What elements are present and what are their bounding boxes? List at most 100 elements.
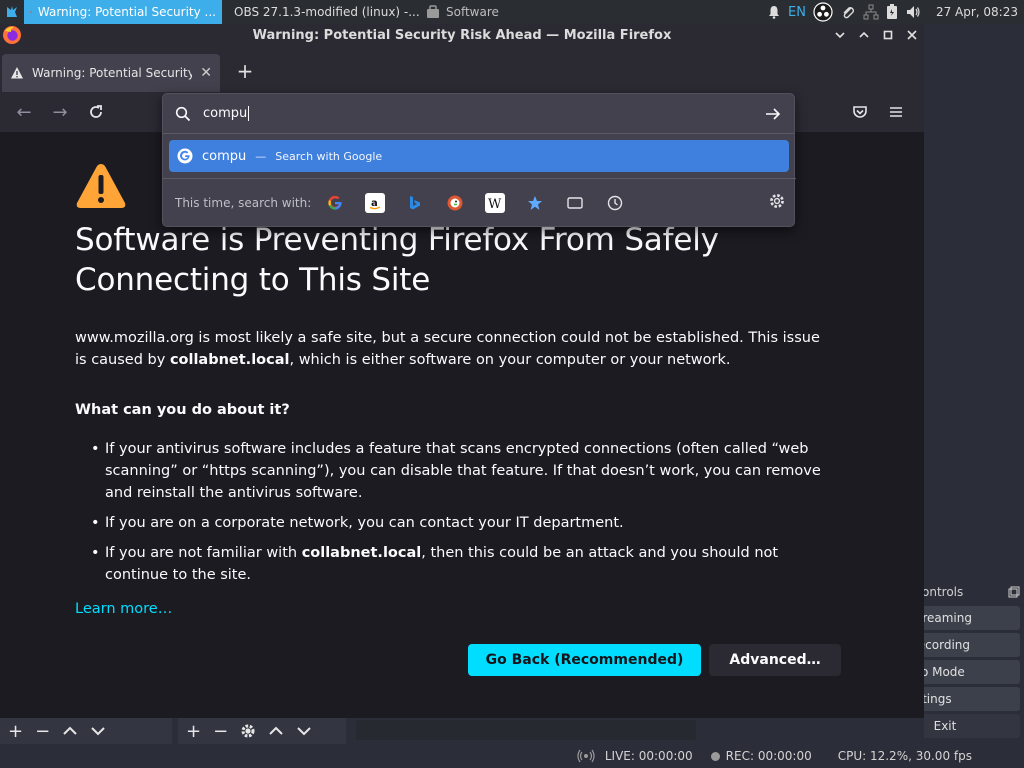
list-item-text: If you are on a corporate network, you c… <box>105 515 624 531</box>
list-item-text: If you are not familiar with <box>105 545 302 561</box>
one-off-engines: a W <box>325 192 625 213</box>
obs-mixer-scrollbar[interactable] <box>356 720 696 740</box>
clock[interactable]: 27 Apr, 08:23 <box>936 5 1018 19</box>
reload-icon <box>90 105 102 118</box>
tabs-icon[interactable] <box>565 193 585 213</box>
move-up-icon[interactable] <box>268 726 284 736</box>
text-caret <box>248 106 250 121</box>
list-item: If your antivirus software includes a fe… <box>75 438 845 504</box>
live-timer: LIVE: 00:00:00 <box>604 749 693 763</box>
rec-timer: REC: 00:00:00 <box>725 749 812 763</box>
obs-sources-toolbar: + − <box>178 718 346 744</box>
volume-icon[interactable] <box>905 4 921 20</box>
tab-close-icon[interactable]: ✕ <box>200 65 212 81</box>
cpu-fps-readout: CPU: 12.2%, 30.00 fps <box>837 749 972 763</box>
minimize-icon[interactable] <box>828 24 852 46</box>
learn-more-link[interactable]: Learn more… <box>75 601 172 617</box>
intro-host: collabnet.local <box>169 352 290 368</box>
move-down-icon[interactable] <box>296 726 312 736</box>
warning-tab-icon <box>11 67 23 79</box>
taskbar-task-label: Software <box>446 5 499 19</box>
gear-icon[interactable] <box>240 723 256 739</box>
dock-float-icon[interactable] <box>1008 586 1020 598</box>
svg-text:a: a <box>371 198 378 209</box>
suggestion-engine-label: Search with Google <box>275 149 383 163</box>
add-icon[interactable]: + <box>186 721 201 742</box>
what-can-you-do-heading: What can you do about it? <box>75 402 290 418</box>
obs-tray-icon[interactable] <box>813 2 833 22</box>
history-icon[interactable] <box>605 193 625 213</box>
advice-list: If your antivirus software includes a fe… <box>75 438 845 594</box>
list-item: If you are not familiar with collabnet.l… <box>75 542 845 586</box>
keyboard-layout-indicator[interactable]: EN <box>788 5 806 20</box>
move-up-icon[interactable] <box>62 726 78 736</box>
tab-security-warning[interactable]: Warning: Potential Security Ri ✕ <box>2 54 220 92</box>
obs-controls-title: ontrols <box>922 584 964 599</box>
wikipedia-icon[interactable]: W <box>485 192 505 213</box>
url-input[interactable]: compu <box>203 106 752 121</box>
remove-icon[interactable]: − <box>35 721 50 742</box>
record-dot-icon <box>710 751 720 761</box>
close-icon[interactable] <box>900 24 924 46</box>
bing-icon[interactable] <box>405 193 425 213</box>
search-suggestion-row[interactable]: compu — Search with Google <box>169 140 789 172</box>
search-settings-icon[interactable] <box>768 192 786 210</box>
back-button[interactable]: ← <box>13 101 35 123</box>
move-down-icon[interactable] <box>90 726 106 736</box>
taskbar-task-software[interactable]: Software <box>420 0 530 24</box>
system-tray: EN 27 Apr, 08:23 <box>767 2 1024 22</box>
restore-icon[interactable] <box>876 24 900 46</box>
firefox-icon <box>30 11 32 13</box>
clipboard-icon[interactable] <box>840 4 856 20</box>
url-input-row[interactable]: compu <box>163 94 794 134</box>
live-broadcast-icon <box>577 749 595 763</box>
system-taskbar: Warning: Potential Security ... OBS 27.1… <box>0 0 1024 24</box>
warning-icon <box>76 164 126 208</box>
error-title-line-1: Software is Preventing Firefox From Safe… <box>75 222 719 258</box>
taskbar-task-label: Warning: Potential Security ... <box>37 5 216 19</box>
window-titlebar: Warning: Potential Security Risk Ahead —… <box>0 24 924 46</box>
rec-indicator: REC: 00:00:00 <box>710 749 812 763</box>
bookmarks-icon[interactable] <box>525 193 545 213</box>
go-arrow-icon[interactable] <box>764 106 782 122</box>
search-icon <box>175 106 191 121</box>
taskbar-task-obs[interactable]: OBS 27.1.3-modified (linux) -... <box>222 0 420 24</box>
suggestion-text: compu <box>202 148 247 164</box>
network-icon[interactable] <box>863 4 879 20</box>
url-input-value: compu <box>203 106 248 121</box>
amazon-icon[interactable]: a <box>365 192 385 213</box>
maximize-icon[interactable] <box>852 24 876 46</box>
svg-text:W: W <box>488 197 502 210</box>
add-icon[interactable]: + <box>8 721 23 742</box>
remove-icon[interactable]: − <box>213 721 228 742</box>
battery-icon[interactable] <box>886 4 898 20</box>
tab-label: Warning: Potential Security Ri <box>32 66 193 80</box>
window-title: Warning: Potential Security Risk Ahead —… <box>252 27 672 43</box>
app-menu-button[interactable] <box>885 101 907 123</box>
list-item-text: If your antivirus software includes a fe… <box>105 441 821 501</box>
go-back-button[interactable]: Go Back (Recommended) <box>468 644 701 676</box>
one-off-search-bar: This time, search with: a W <box>163 178 796 226</box>
google-icon[interactable] <box>325 193 345 213</box>
application-launcher-icon[interactable] <box>0 0 24 24</box>
reload-button[interactable] <box>85 101 107 123</box>
duckduckgo-icon[interactable] <box>445 193 465 213</box>
pocket-button[interactable] <box>849 101 871 123</box>
new-tab-button[interactable]: + <box>234 59 256 83</box>
search-with-label: This time, search with: <box>175 195 312 210</box>
taskbar-task-label: OBS 27.1.3-modified (linux) -... <box>234 5 420 19</box>
intro-text-end: , which is either software on your compu… <box>289 352 731 368</box>
obs-scenes-toolbar: + − <box>0 718 172 744</box>
google-icon <box>177 148 193 164</box>
advanced-button[interactable]: Advanced… <box>709 644 841 676</box>
obs-status-bar: LIVE: 00:00:00 REC: 00:00:00 CPU: 12.2%,… <box>0 744 1024 768</box>
software-center-icon <box>427 5 439 18</box>
plus-icon: + <box>236 59 254 83</box>
pocket-icon <box>853 106 867 118</box>
taskbar-task-firefox[interactable]: Warning: Potential Security ... <box>24 0 222 24</box>
firefox-logo-icon <box>3 26 21 44</box>
forward-button[interactable]: → <box>49 101 71 123</box>
tab-strip: Warning: Potential Security Ri ✕ + <box>0 46 924 92</box>
notifications-icon[interactable] <box>767 5 781 19</box>
error-title-line-2: Connecting to This Site <box>75 262 431 298</box>
